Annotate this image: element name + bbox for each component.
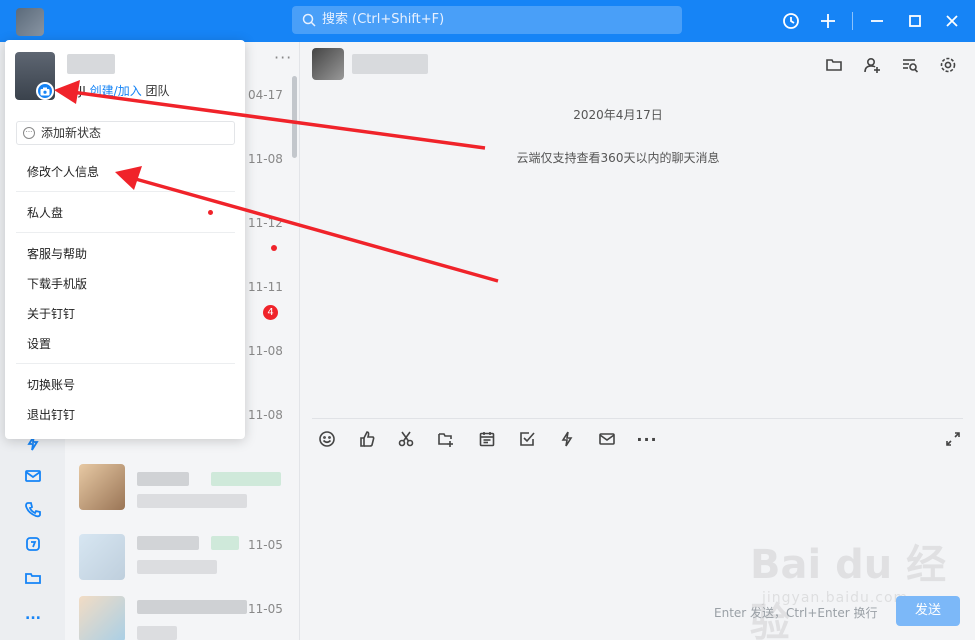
scissors-icon[interactable] [395,428,417,450]
conversation-more-button[interactable]: ··· [274,48,292,67]
emoji-icon[interactable] [316,428,338,450]
search-icon [302,13,316,27]
search-placeholder: 搜索 (Ctrl+Shift+F) [322,12,445,27]
mail-icon[interactable] [596,428,618,450]
add-icon[interactable] [817,10,839,32]
calendar-icon[interactable] [476,428,498,450]
folder-icon[interactable] [22,567,44,589]
menu-divider [16,191,235,192]
add-member-icon[interactable] [861,54,883,76]
conversation-time: 04-17 [248,88,283,102]
menu-settings[interactable]: 设置 [27,335,51,352]
menu-divider [16,232,235,233]
menu-edit-profile[interactable]: 修改个人信息 [27,163,99,180]
team-suffix: 团队 [145,84,170,98]
settings-icon[interactable] [937,54,959,76]
conversation-time: 11-05 [248,538,283,552]
thumbs-up-icon[interactable] [356,428,378,450]
history-notice: 云端仅支持查看360天以内的聊天消息 [516,151,720,165]
blurred-chat-title [352,54,428,74]
conversation-time: 11-08 [248,152,283,166]
conversation-scrollbar[interactable] [292,76,297,158]
avatar [79,534,125,580]
user-avatar[interactable] [16,8,44,36]
blurred-text [211,536,239,550]
blurred-name [137,600,247,614]
composer-divider [312,418,963,419]
add-status-label: 添加新状态 [41,126,102,140]
status-bubble-icon: ··· [23,127,35,139]
more-icon[interactable]: ··· [636,428,658,450]
list-item[interactable] [65,458,295,522]
menu-divider [16,363,235,364]
titlebar-divider [852,12,853,30]
more-icon[interactable]: ... [22,604,44,626]
unread-badge: 4 [263,305,278,320]
blurred-preview [137,494,247,508]
avatar [79,464,125,510]
notification-dot [208,210,213,215]
team-line: ZIJI 创建/加入 团队 [67,82,170,99]
title-bar: 搜索 (Ctrl+Shift+F) [0,0,975,42]
minimize-icon[interactable] [866,10,888,32]
send-shortcut-hint: Enter 发送，Ctrl+Enter 换行 [714,606,878,620]
avatar [79,596,125,640]
menu-switch-account[interactable]: 切换账号 [27,376,75,393]
create-join-team-link[interactable]: 创建/加入 [90,84,142,98]
blurred-preview [137,626,177,640]
conversation-time: 11-12 [248,216,283,230]
menu-support[interactable]: 客服与帮助 [27,245,87,262]
close-icon[interactable] [941,10,963,32]
blurred-name [137,536,199,550]
blurred-text [211,472,281,486]
menu-logout[interactable]: 退出钉钉 [27,406,75,423]
lightning-icon[interactable] [556,428,578,450]
blurred-name [137,472,189,486]
search-history-icon[interactable] [899,54,921,76]
conversation-time: 11-05 [248,602,283,616]
phone-icon[interactable] [22,499,44,521]
blurred-username [67,54,115,74]
chat-header [300,42,975,92]
send-button[interactable]: 发送 [896,596,960,626]
ding-icon[interactable] [22,533,44,555]
folder-icon[interactable] [823,54,845,76]
blurred-preview [137,560,217,574]
profile-menu: ZIJI 创建/加入 团队 ··· 添加新状态 修改个人信息 私人盘 客服与帮助… [5,40,245,439]
maximize-icon[interactable] [904,10,926,32]
chat-panel: 2020年4月17日 云端仅支持查看360天以内的聊天消息 ··· Bai du… [300,42,975,640]
chat-avatar[interactable] [312,48,344,80]
list-item[interactable]: 11-05 [65,586,295,640]
camera-icon[interactable] [36,82,54,100]
conversation-time: 11-11 [248,280,283,294]
team-prefix: ZIJI [67,84,86,98]
history-icon[interactable] [780,10,802,32]
checkbox-icon[interactable] [516,428,538,450]
chat-date-divider: 2020年4月17日 [573,108,663,122]
expand-icon[interactable] [942,428,964,450]
add-status-button[interactable]: ··· 添加新状态 [16,121,235,145]
search-input[interactable]: 搜索 (Ctrl+Shift+F) [292,6,682,34]
conversation-time: 11-08 [248,344,283,358]
unread-dot [271,245,277,251]
menu-private-disk[interactable]: 私人盘 [27,204,63,221]
menu-download-mobile[interactable]: 下载手机版 [27,275,87,292]
menu-about[interactable]: 关于钉钉 [27,305,75,322]
list-item[interactable]: 11-05 [65,522,295,586]
folder-add-icon[interactable] [435,428,457,450]
conversation-time: 11-08 [248,408,283,422]
mail-icon[interactable] [22,465,44,487]
